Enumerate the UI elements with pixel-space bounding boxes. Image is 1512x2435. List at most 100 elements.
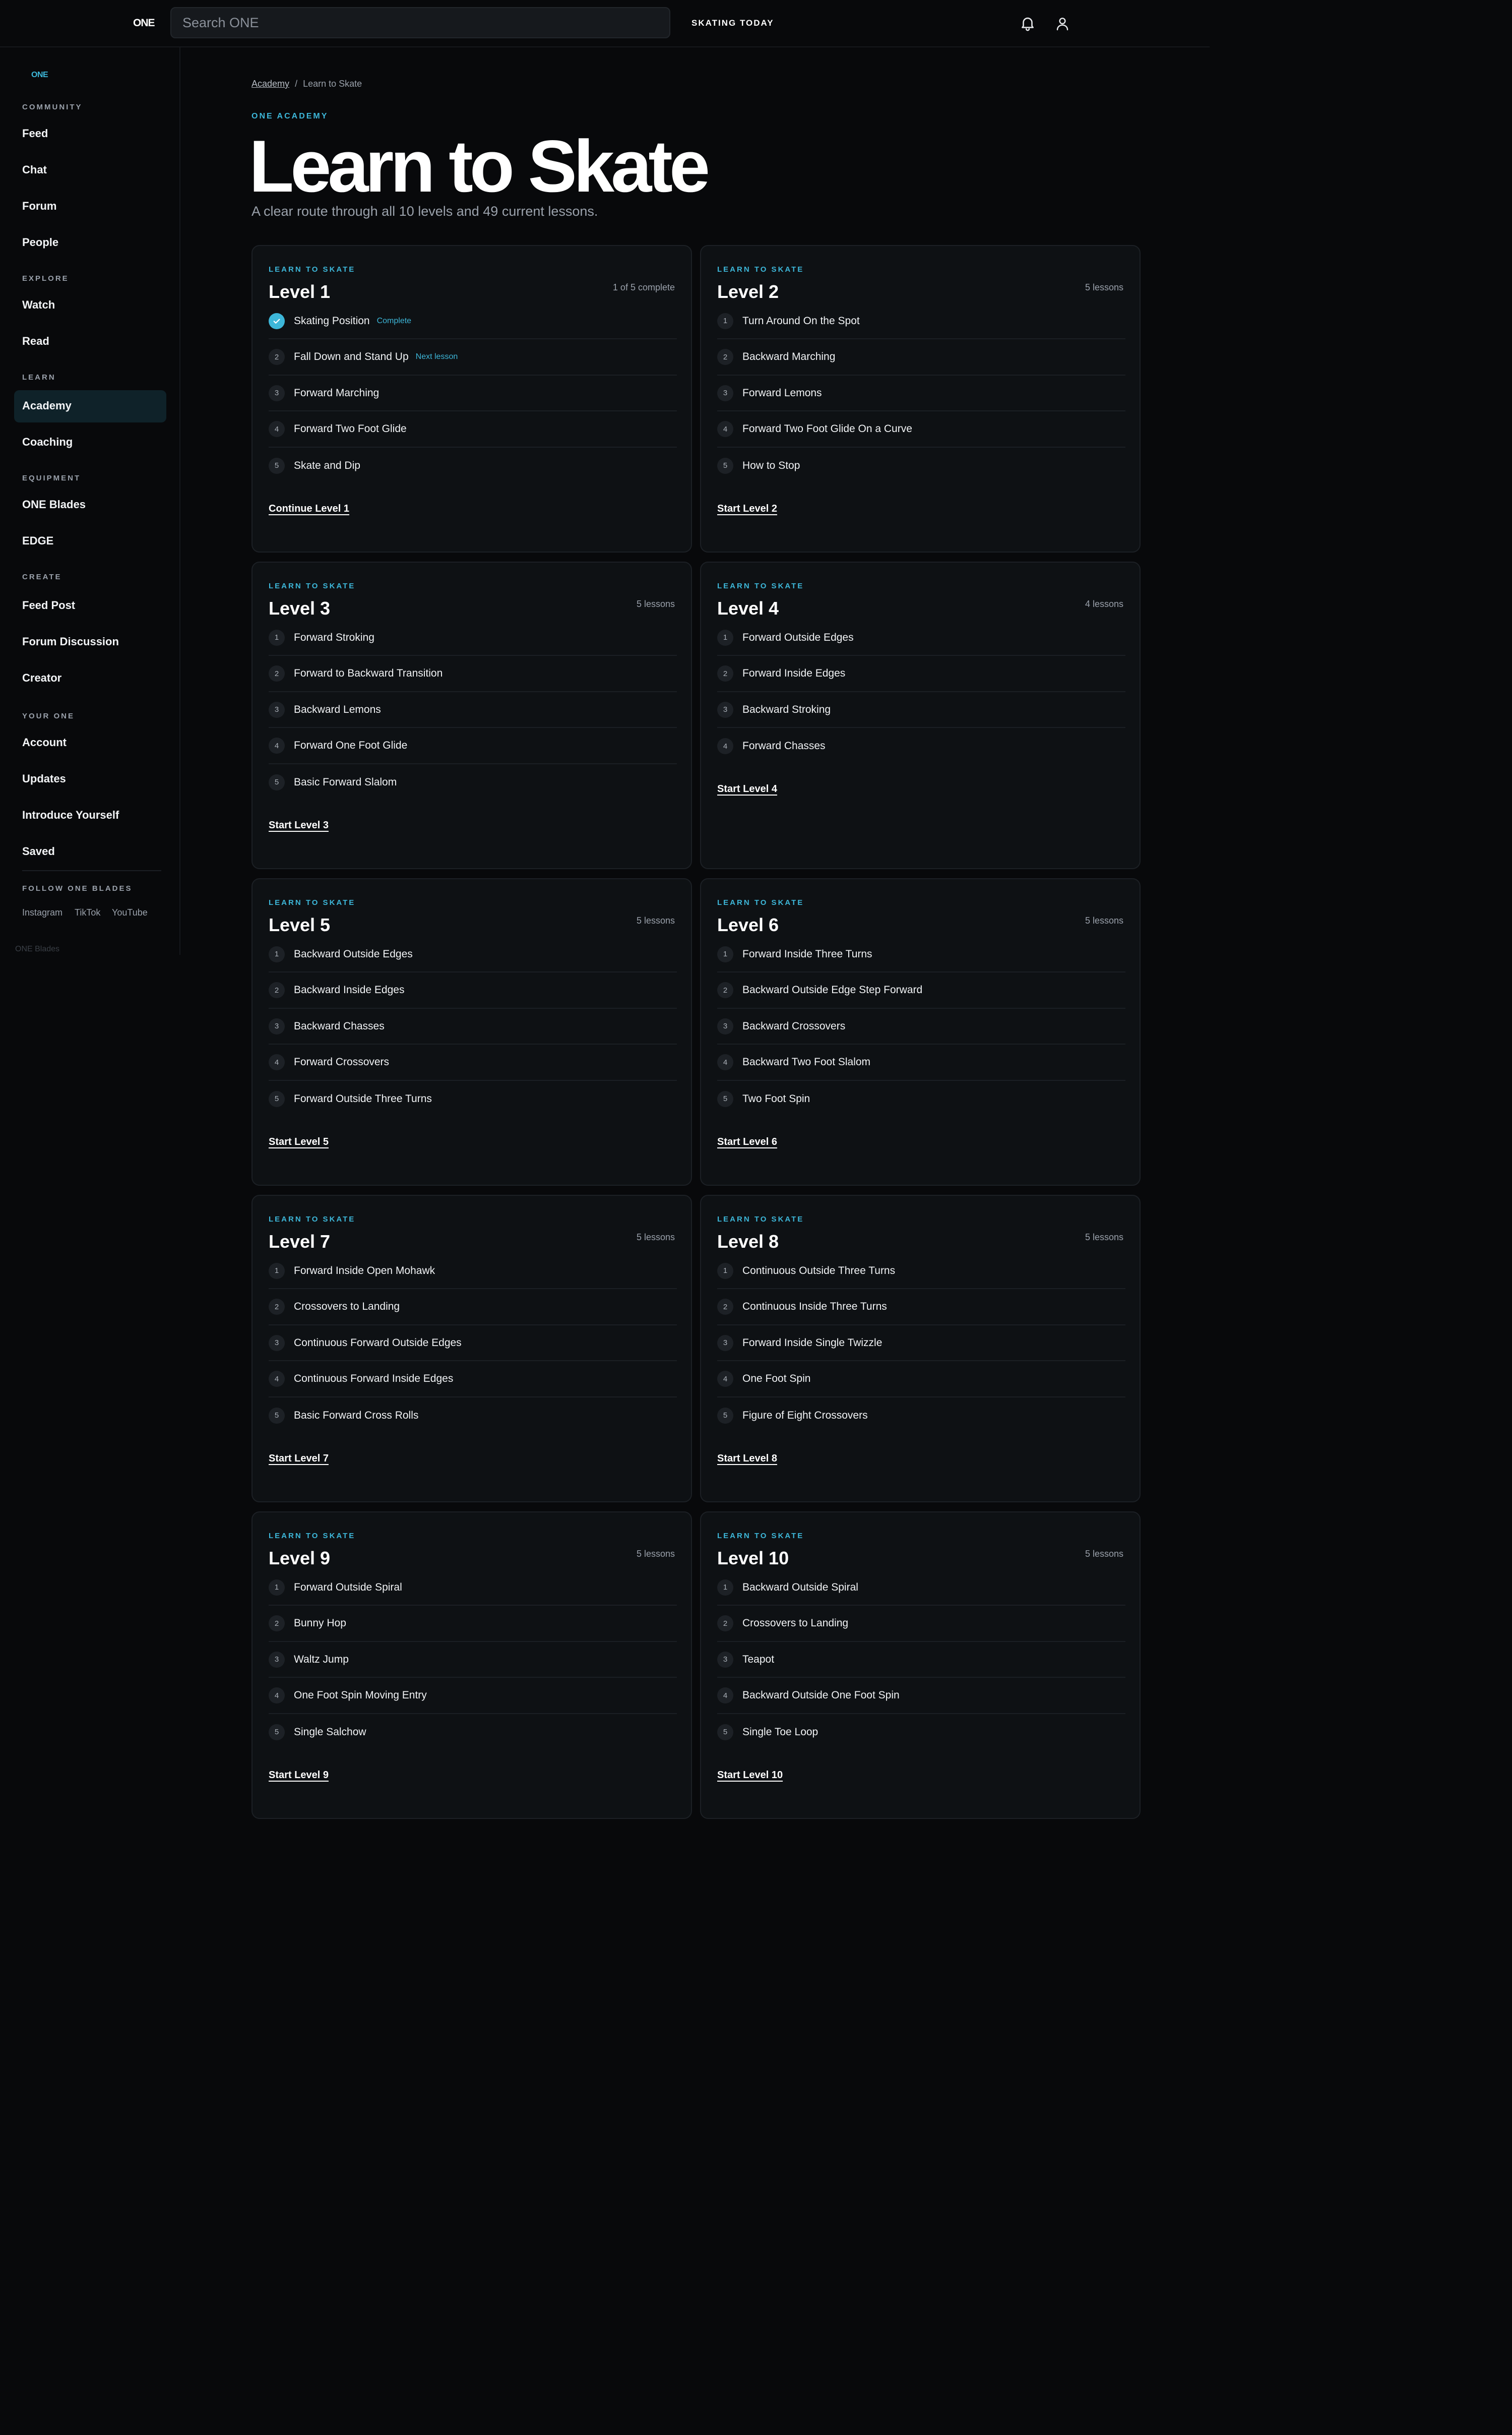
level-action-link[interactable]: Start Level 7 [269, 1453, 329, 1465]
lesson-row[interactable]: 2 Continuous Inside Three Turns [717, 1290, 1125, 1325]
lesson-row[interactable]: 3 Teapot [717, 1642, 1125, 1678]
level-action-link[interactable]: Start Level 6 [717, 1136, 777, 1148]
lesson-row[interactable]: 5 Forward Outside Three Turns [269, 1081, 677, 1117]
search-input[interactable]: Search ONE [170, 7, 670, 38]
sidebar-item-one-blades[interactable]: ONE Blades [22, 498, 86, 511]
sidebar-item-edge[interactable]: EDGE [22, 534, 53, 547]
lesson-row[interactable]: 3 Forward Lemons [717, 376, 1125, 411]
lesson-number: 4 [269, 1687, 285, 1703]
lesson-row[interactable]: 2 Backward Marching [717, 340, 1125, 376]
lesson-row[interactable]: 1 Turn Around On the Spot [717, 303, 1125, 339]
level-action-link[interactable]: Start Level 10 [717, 1770, 783, 1781]
level-title: Level 8 [717, 1231, 779, 1252]
level-action-link[interactable]: Start Level 8 [717, 1453, 777, 1465]
lesson-row[interactable]: 3 Backward Lemons [269, 692, 677, 728]
lesson-row[interactable]: 3 Continuous Forward Outside Edges [269, 1325, 677, 1361]
sidebar-item-saved[interactable]: Saved [22, 845, 55, 858]
lesson-row[interactable]: 1 Backward Outside Spiral [717, 1570, 1125, 1606]
lesson-row[interactable]: 1 Backward Outside Edges [269, 937, 677, 972]
lesson-row[interactable]: 4 Backward Outside One Foot Spin [717, 1678, 1125, 1714]
sidebar-logo[interactable]: ONE [31, 71, 48, 80]
tiktok-link[interactable]: TikTok [75, 907, 100, 918]
lesson-row[interactable]: 4 Forward Crossovers [269, 1045, 677, 1081]
lesson-row[interactable]: 4 One Foot Spin [717, 1362, 1125, 1397]
lesson-row[interactable]: 5 Single Toe Loop [717, 1714, 1125, 1750]
sidebar-item-read[interactable]: Read [22, 335, 49, 348]
lesson-name: Backward Two Foot Slalom [742, 1056, 871, 1068]
lesson-row[interactable]: 4 Forward One Foot Glide [269, 728, 677, 764]
user-icon[interactable] [1054, 15, 1070, 32]
lesson-row[interactable]: 5 How to Stop [717, 448, 1125, 483]
sidebar-item-introduce-yourself[interactable]: Introduce Yourself [22, 809, 119, 822]
lesson-row[interactable]: 3 Waltz Jump [269, 1642, 677, 1678]
skating-today-link[interactable]: SKATING TODAY [691, 18, 774, 28]
lesson-row[interactable]: 2 Bunny Hop [269, 1606, 677, 1642]
level-progress: 5 lessons [636, 916, 675, 926]
level-progress: 5 lessons [1085, 1232, 1123, 1242]
lesson-name: Basic Forward Cross Rolls [294, 1409, 419, 1421]
level-action-link[interactable]: Start Level 4 [717, 783, 777, 795]
lesson-row[interactable]: 5 Single Salchow [269, 1714, 677, 1750]
sidebar-item-feed[interactable]: Feed [22, 127, 48, 140]
sidebar-item-account[interactable]: Account [22, 736, 67, 749]
lesson-row[interactable]: 4 Forward Two Foot Glide [269, 412, 677, 448]
card-kicker: LEARN TO SKATE [269, 1532, 356, 1540]
sidebar-item-watch[interactable]: Watch [22, 298, 55, 312]
lesson-row[interactable]: 4 Backward Two Foot Slalom [717, 1045, 1125, 1081]
sidebar-item-feed-post[interactable]: Feed Post [22, 599, 75, 612]
lesson-row[interactable]: 2 Forward to Backward Transition [269, 656, 677, 692]
lesson-row[interactable]: 2 Crossovers to Landing [269, 1290, 677, 1325]
lesson-row[interactable]: 1 Forward Stroking [269, 620, 677, 656]
lesson-row[interactable]: 2 Crossovers to Landing [717, 1606, 1125, 1642]
lesson-row[interactable]: 4 Forward Two Foot Glide On a Curve [717, 412, 1125, 448]
lesson-row[interactable]: 5 Basic Forward Cross Rolls [269, 1397, 677, 1433]
level-action-link[interactable]: Start Level 2 [717, 503, 777, 515]
sidebar-item-creator[interactable]: Creator [22, 672, 61, 685]
lesson-row[interactable]: 4 Forward Chasses [717, 728, 1125, 764]
sidebar-item-updates[interactable]: Updates [22, 772, 66, 785]
level-title: Level 7 [269, 1231, 331, 1252]
lesson-row[interactable]: Skating Position Complete [269, 303, 677, 339]
lesson-row[interactable]: 4 Continuous Forward Inside Edges [269, 1362, 677, 1397]
one-logo[interactable]: ONE [133, 17, 155, 29]
lesson-row[interactable]: 2 Backward Outside Edge Step Forward [717, 973, 1125, 1009]
lesson-name: Forward Outside Three Turns [294, 1092, 432, 1105]
breadcrumb: Academy / Learn to Skate [251, 79, 362, 89]
level-action-link[interactable]: Start Level 3 [269, 820, 329, 831]
lesson-row[interactable]: 3 Backward Stroking [717, 692, 1125, 728]
lesson-row[interactable]: 5 Basic Forward Slalom [269, 764, 677, 800]
youtube-link[interactable]: YouTube [112, 907, 148, 918]
lesson-name: Continuous Outside Three Turns [742, 1264, 896, 1276]
sidebar-item-forum[interactable]: Forum [22, 200, 56, 213]
lesson-row[interactable]: 1 Forward Outside Spiral [269, 1570, 677, 1606]
breadcrumb-academy[interactable]: Academy [251, 79, 289, 89]
lesson-row[interactable]: 5 Figure of Eight Crossovers [717, 1397, 1125, 1433]
lesson-row[interactable]: 3 Backward Crossovers [717, 1009, 1125, 1045]
lesson-row[interactable]: 2 Fall Down and Stand Up Next lesson [269, 340, 677, 376]
lesson-row[interactable]: 1 Continuous Outside Three Turns [717, 1253, 1125, 1289]
lesson-row[interactable]: 5 Skate and Dip [269, 448, 677, 483]
level-card: LEARN TO SKATE Level 4 4 lessons 1 Forward O… [700, 562, 1141, 869]
lesson-row[interactable]: 5 Two Foot Spin [717, 1081, 1125, 1117]
level-action-link[interactable]: Start Level 5 [269, 1136, 329, 1148]
lesson-number: 4 [269, 738, 285, 754]
sidebar-item-coaching[interactable]: Coaching [22, 436, 73, 449]
sidebar-item-people[interactable]: People [22, 236, 58, 249]
lesson-row[interactable]: 1 Forward Inside Open Mohawk [269, 1253, 677, 1289]
lesson-row[interactable]: 2 Forward Inside Edges [717, 656, 1125, 692]
lesson-row[interactable]: 1 Forward Outside Edges [717, 620, 1125, 656]
lesson-row[interactable]: 2 Backward Inside Edges [269, 973, 677, 1009]
lesson-row[interactable]: 4 One Foot Spin Moving Entry [269, 1678, 677, 1714]
sidebar-item-chat[interactable]: Chat [22, 163, 47, 176]
lesson-row[interactable]: 3 Backward Chasses [269, 1009, 677, 1045]
lesson-number: 1 [269, 629, 285, 646]
lesson-row[interactable]: 3 Forward Marching [269, 376, 677, 411]
lesson-row[interactable]: 1 Forward Inside Three Turns [717, 937, 1125, 972]
sidebar-item-academy[interactable]: Academy [22, 399, 72, 412]
instagram-link[interactable]: Instagram [22, 907, 62, 918]
lesson-row[interactable]: 3 Forward Inside Single Twizzle [717, 1325, 1125, 1361]
bell-icon[interactable] [1019, 14, 1036, 32]
level-action-link[interactable]: Continue Level 1 [269, 503, 349, 515]
sidebar-item-forum-discussion[interactable]: Forum Discussion [22, 635, 119, 648]
level-action-link[interactable]: Start Level 9 [269, 1770, 329, 1781]
